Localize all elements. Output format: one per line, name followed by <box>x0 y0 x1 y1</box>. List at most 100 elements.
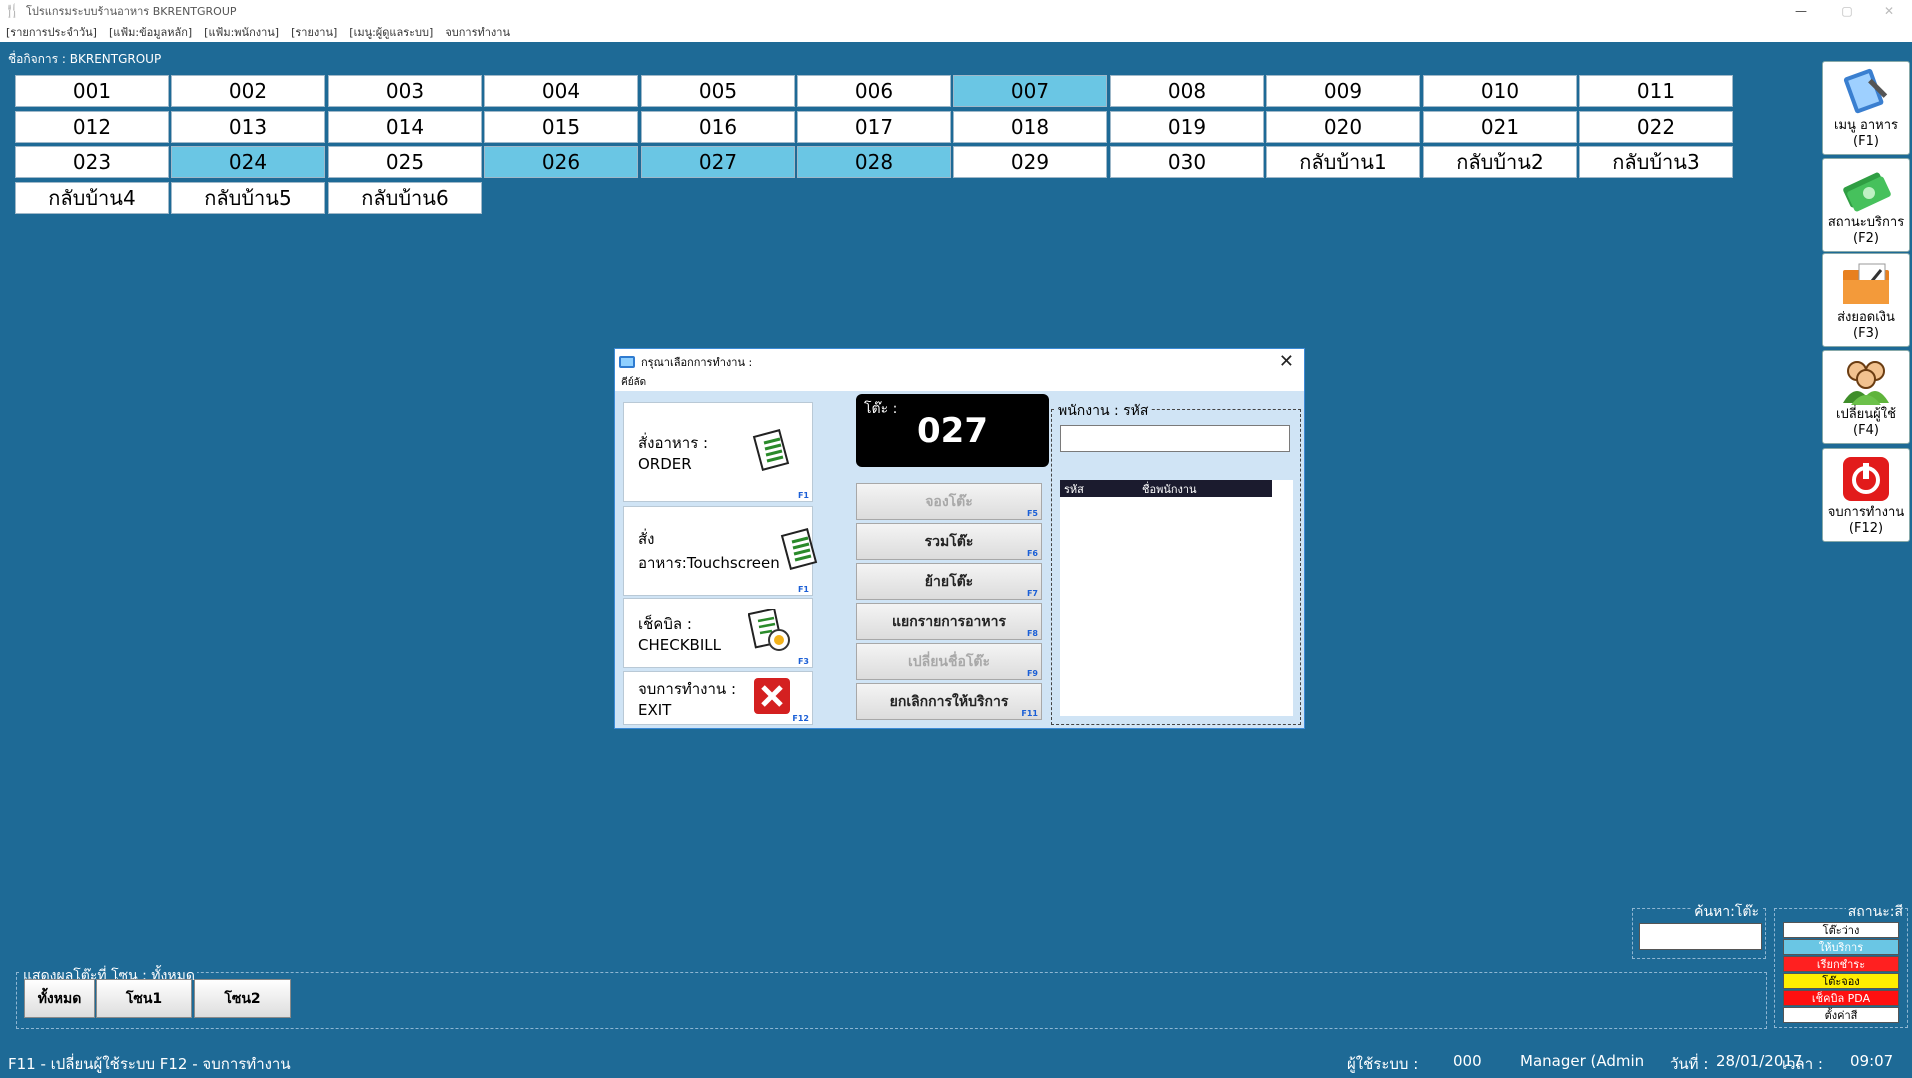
table-button[interactable]: 025 <box>328 146 482 178</box>
table-button[interactable]: กลับบ้าน6 <box>328 182 482 214</box>
exit-program-key: (F12) <box>1848 521 1884 536</box>
table-button[interactable]: 007 <box>953 75 1107 107</box>
reserve-table-key: F5 <box>1026 509 1038 518</box>
table-button[interactable]: กลับบ้าน2 <box>1423 146 1577 178</box>
table-button[interactable]: 024 <box>171 146 325 178</box>
table-button[interactable]: 006 <box>797 75 951 107</box>
table-button[interactable]: 015 <box>484 111 638 143</box>
minimize-button[interactable]: — <box>1778 0 1824 22</box>
table-button[interactable]: กลับบ้าน1 <box>1266 146 1420 178</box>
table-button[interactable]: 017 <box>797 111 951 143</box>
checkbill-key: F3 <box>797 657 809 666</box>
table-button[interactable]: 027 <box>641 146 795 178</box>
table-button[interactable]: 029 <box>953 146 1107 178</box>
service-status-key: (F2) <box>1853 231 1879 246</box>
table-button[interactable]: 020 <box>1266 111 1420 143</box>
table-button[interactable]: 014 <box>328 111 482 143</box>
checkbill-button[interactable]: เช็คบิล : CHECKBILL F3 <box>623 598 813 668</box>
table-button[interactable]: 010 <box>1423 75 1577 107</box>
zone-all-button[interactable]: ทั้งหมด <box>24 979 95 1018</box>
menu-daily[interactable]: [รายการประจำวัน] <box>0 23 103 41</box>
checkbill-icon <box>747 607 792 657</box>
table-button[interactable]: 021 <box>1423 111 1577 143</box>
zone1-button[interactable]: โซน1 <box>96 979 192 1018</box>
table-button[interactable]: 002 <box>171 75 325 107</box>
table-button[interactable]: 005 <box>641 75 795 107</box>
table-button[interactable]: 004 <box>484 75 638 107</box>
legend-item[interactable]: ตั้งค่าสี <box>1783 1007 1899 1023</box>
split-items-key: F8 <box>1026 629 1038 638</box>
checkbill-label: เช็คบิล : CHECKBILL <box>638 615 721 654</box>
dialog-exit-button[interactable]: จบการทำงาน : EXIT F12 <box>623 671 813 725</box>
status-legend-caption: สถานะ:สี <box>1845 901 1905 923</box>
staff-col-code: รหัส <box>1064 482 1084 496</box>
zone-panel: แสดงผลโต๊ะที่ โซน : ทั้งหมด ทั้งหมด โซน1… <box>16 965 1767 1029</box>
table-button[interactable]: 013 <box>171 111 325 143</box>
send-money-button[interactable]: ส่งยอดเงิน (F3) <box>1822 253 1910 347</box>
legend-item: เรียกชำระ <box>1783 956 1899 972</box>
reserve-table-button[interactable]: จองโต๊ะ F5 <box>856 483 1042 520</box>
merge-table-button[interactable]: รวมโต๊ะ F6 <box>856 523 1042 560</box>
service-status-button[interactable]: สถานะบริการ (F2) <box>1822 158 1910 252</box>
dialog-title: กรุณาเลือกการทำงาน : <box>641 355 753 369</box>
table-button[interactable]: 012 <box>15 111 169 143</box>
time-label: เวลา : <box>1782 1055 1823 1073</box>
power-icon <box>1839 455 1893 503</box>
table-number-value: 027 <box>917 411 988 451</box>
table-button[interactable]: 011 <box>1579 75 1733 107</box>
menu-food-key: (F1) <box>1853 134 1879 149</box>
table-button[interactable]: 016 <box>641 111 795 143</box>
rename-table-key: F9 <box>1026 669 1038 678</box>
table-button[interactable]: 022 <box>1579 111 1733 143</box>
staff-list[interactable]: รหัส ชื่อพนักงาน <box>1060 480 1293 716</box>
search-panel: ค้นหา:โต๊ะ <box>1632 901 1766 959</box>
send-money-label: ส่งยอดเงิน <box>1837 310 1895 325</box>
menu-bar: [รายการประจำวัน] [แฟ้ม:ข้อมูลหลัก] [แฟ้ม… <box>0 22 1912 42</box>
table-button[interactable]: 026 <box>484 146 638 178</box>
dialog-shortcut-menu[interactable]: คีย์ลัด <box>615 374 1304 391</box>
menu-staff[interactable]: [แฟ้ม:พนักงาน] <box>198 23 285 41</box>
fork-knife-icon: 🍴 <box>4 3 21 19</box>
dialog-close-icon[interactable]: ✕ <box>1279 351 1294 372</box>
user-code: 000 <box>1453 1052 1482 1070</box>
menu-admin[interactable]: [เมนู:ผู้ดูแลระบบ] <box>343 23 439 41</box>
table-button[interactable]: 028 <box>797 146 951 178</box>
search-table-input[interactable] <box>1639 923 1762 950</box>
table-button[interactable]: 023 <box>15 146 169 178</box>
table-button[interactable]: 001 <box>15 75 169 107</box>
staff-code-input[interactable] <box>1060 425 1290 452</box>
table-button[interactable]: กลับบ้าน3 <box>1579 146 1733 178</box>
exit-program-button[interactable]: จบการทำงาน (F12) <box>1822 448 1910 542</box>
touchscreen-order-icon <box>780 527 820 574</box>
table-button[interactable]: 030 <box>1110 146 1264 178</box>
rename-table-label: เปลี่ยนชื่อโต๊ะ <box>907 653 991 670</box>
menu-report[interactable]: [รายงาน] <box>285 23 343 41</box>
menu-master-data[interactable]: [แฟ้ม:ข้อมูลหลัก] <box>103 23 198 41</box>
table-button[interactable]: 009 <box>1266 75 1420 107</box>
order-button[interactable]: สั่งอาหาร : ORDER F1 <box>623 402 813 502</box>
table-button[interactable]: 008 <box>1110 75 1264 107</box>
date-label: วันที่ : <box>1670 1055 1709 1073</box>
menu-exit[interactable]: จบการทำงาน <box>439 23 516 41</box>
legend-item: เช็คบิล PDA <box>1783 990 1899 1006</box>
table-button[interactable]: กลับบ้าน5 <box>171 182 325 214</box>
menu-food-button[interactable]: เมนู อาหาร (F1) <box>1822 61 1910 155</box>
touchscreen-order-button[interactable]: สั่งอาหาร:Touchscreen F1 <box>623 506 817 596</box>
status-bar: F11 - เปลี่ยนผู้ใช้ระบบ F12 - จบการทำงาน… <box>0 1050 1912 1074</box>
table-button[interactable]: 019 <box>1110 111 1264 143</box>
service-status-label: สถานะบริการ <box>1827 215 1905 230</box>
table-button[interactable]: 003 <box>328 75 482 107</box>
split-items-label: แยกรายการอาหาร <box>891 613 1007 630</box>
table-button[interactable]: 018 <box>953 111 1107 143</box>
table-button[interactable]: กลับบ้าน4 <box>15 182 169 214</box>
move-table-button[interactable]: ย้ายโต๊ะ F7 <box>856 563 1042 600</box>
order-key: F1 <box>797 491 809 500</box>
zone2-button[interactable]: โซน2 <box>194 979 291 1018</box>
user-label: ผู้ใช้ระบบ : <box>1347 1055 1419 1073</box>
change-user-button[interactable]: เปลี่ยนผู้ใช้ (F4) <box>1822 350 1910 444</box>
cancel-service-button[interactable]: ยกเลิกการให้บริการ F11 <box>856 683 1042 720</box>
close-button[interactable]: ✕ <box>1866 0 1912 22</box>
rename-table-button[interactable]: เปลี่ยนชื่อโต๊ะ F9 <box>856 643 1042 680</box>
maximize-button[interactable]: ▢ <box>1824 0 1870 22</box>
split-items-button[interactable]: แยกรายการอาหาร F8 <box>856 603 1042 640</box>
